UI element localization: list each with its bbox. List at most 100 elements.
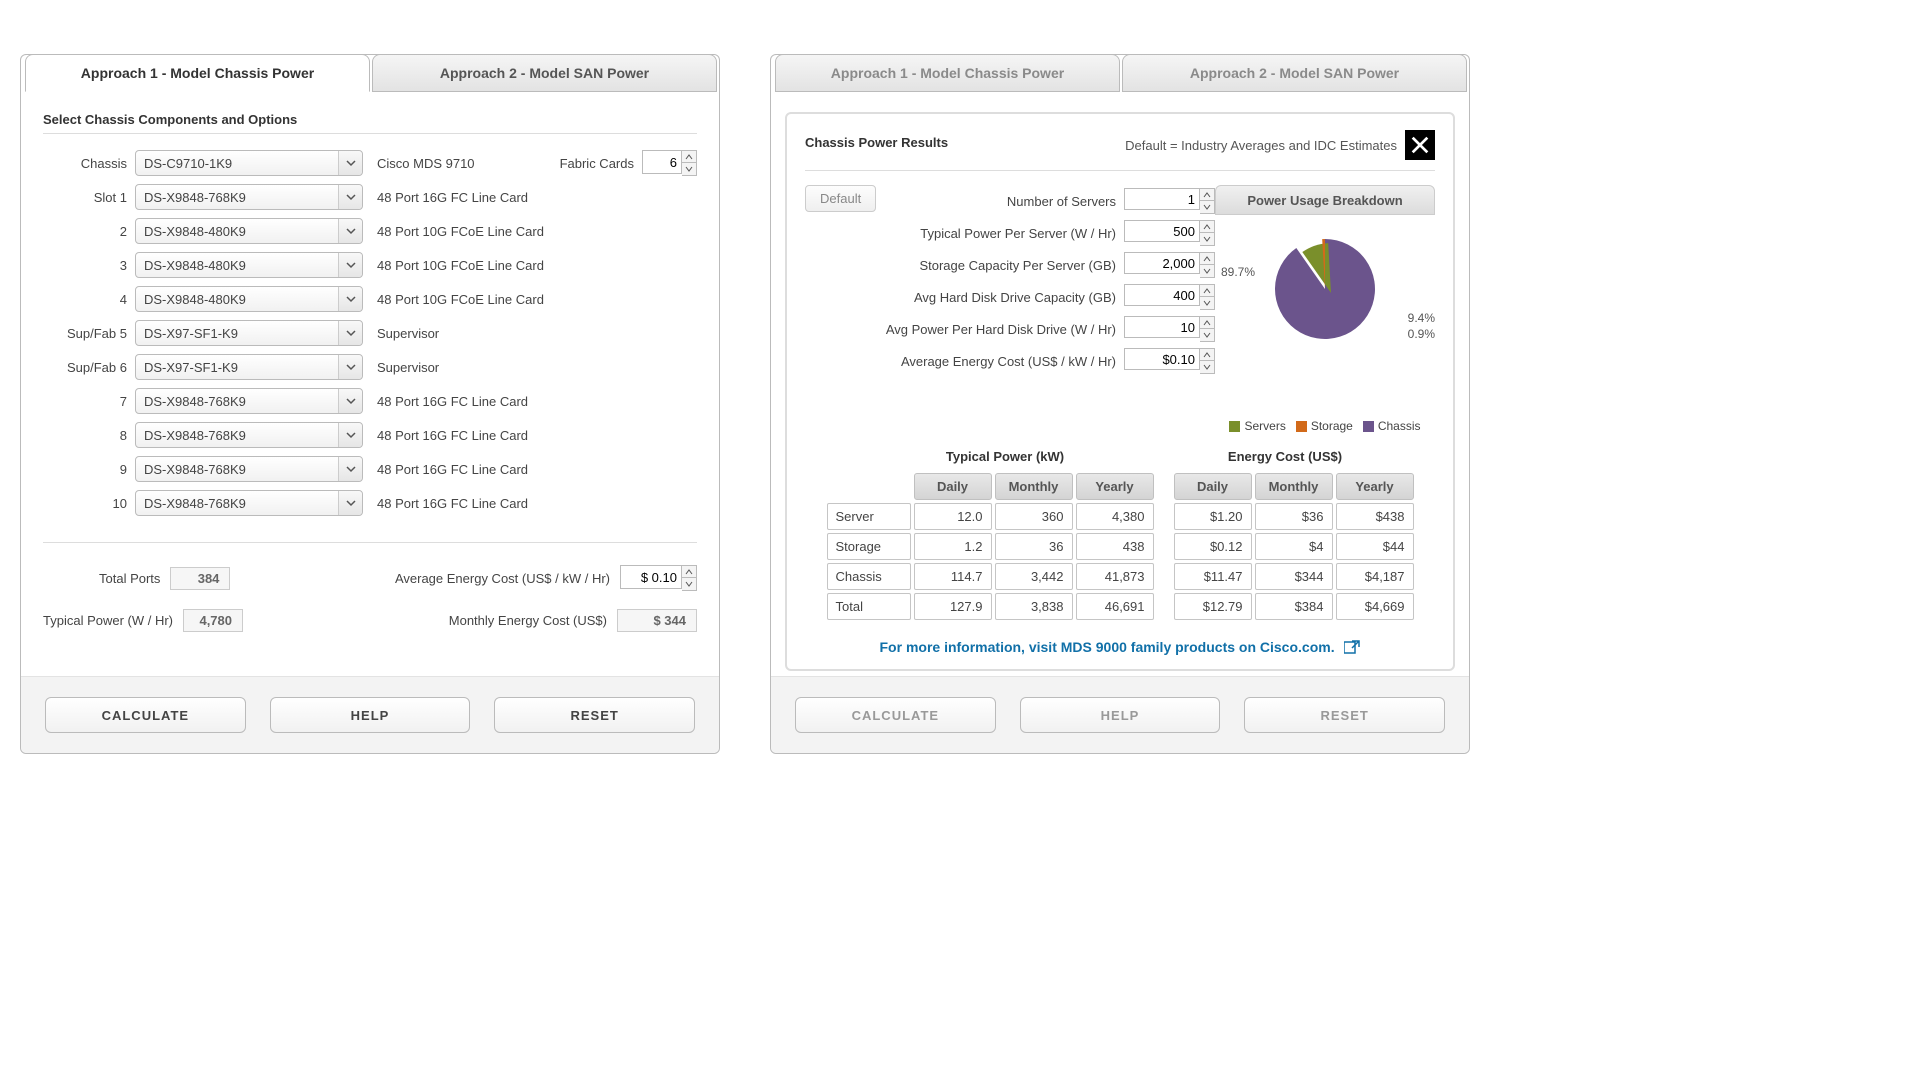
input-field[interactable] (1124, 252, 1200, 274)
down-icon[interactable] (682, 578, 696, 590)
input-label: Storage Capacity Per Server (GB) (919, 258, 1116, 273)
row-label: Total (827, 593, 911, 620)
chevron-down-icon (338, 321, 362, 345)
stepper-buttons[interactable] (1200, 284, 1215, 310)
chevron-down-icon (338, 423, 362, 447)
help-button[interactable]: HELP (1020, 697, 1221, 733)
input-field[interactable] (1124, 188, 1200, 210)
external-link-icon (1344, 640, 1360, 657)
tab-approach-2[interactable]: Approach 2 - Model SAN Power (1122, 54, 1467, 92)
table-row: Chassis114.73,44241,873 (827, 563, 1154, 590)
total-ports-value: 384 (170, 567, 230, 590)
slot-select-9[interactable]: DS-X9848-768K9 (135, 456, 363, 482)
inputs-column: Default Number of Servers Typical Power … (805, 185, 1215, 433)
down-icon[interactable] (1200, 361, 1214, 373)
up-icon[interactable] (682, 566, 696, 578)
input-field[interactable] (1124, 220, 1200, 242)
cost-table: DailyMonthlyYearly$1.20$36$438$0.12$4$44… (1171, 470, 1417, 623)
table-cell: $0.12 (1174, 533, 1252, 560)
pie-ann-0: 89.7% (1221, 265, 1255, 279)
avg-energy-label: Average Energy Cost (US$ / kW / Hr) (395, 571, 610, 586)
slot-value: DS-X97-SF1-K9 (144, 326, 238, 341)
stepper-buttons[interactable] (1200, 252, 1215, 278)
chassis-select[interactable]: DS-C9710-1K9 (135, 150, 363, 176)
down-icon[interactable] (1200, 265, 1214, 277)
calculate-button[interactable]: CALCULATE (45, 697, 246, 733)
slot-select-10[interactable]: DS-X9848-768K9 (135, 490, 363, 516)
slot-desc: 48 Port 16G FC Line Card (377, 496, 697, 511)
chassis-value: DS-C9710-1K9 (144, 156, 232, 171)
calculate-button[interactable]: CALCULATE (795, 697, 996, 733)
table-cell: $1.20 (1174, 503, 1252, 530)
input-stepper-4[interactable] (1124, 316, 1215, 342)
slot-select-8[interactable]: DS-X9848-768K9 (135, 422, 363, 448)
row-label: Chassis (827, 563, 911, 590)
slot-select-2[interactable]: DS-X9848-480K9 (135, 218, 363, 244)
input-field[interactable] (1124, 316, 1200, 338)
pie-ann-1: 9.4% (1408, 311, 1435, 325)
slot-desc: 48 Port 16G FC Line Card (377, 462, 697, 477)
slot-select-3[interactable]: DS-X9848-480K9 (135, 252, 363, 278)
up-icon[interactable] (1200, 285, 1214, 297)
table-header: Yearly (1076, 473, 1154, 500)
stepper-buttons[interactable] (1200, 188, 1215, 214)
result-input-row: Avg Hard Disk Drive Capacity (GB) (805, 284, 1215, 310)
stepper-buttons[interactable] (682, 565, 697, 591)
result-input-row: Avg Power Per Hard Disk Drive (W / Hr) (805, 316, 1215, 342)
help-button[interactable]: HELP (270, 697, 471, 733)
legend-chassis: Chassis (1378, 419, 1421, 433)
left-body: Select Chassis Components and Options Ch… (21, 92, 719, 670)
slot-select-4[interactable]: DS-X9848-480K9 (135, 286, 363, 312)
slot-select-7[interactable]: DS-X9848-768K9 (135, 388, 363, 414)
down-icon[interactable] (1200, 329, 1214, 341)
divider (805, 170, 1435, 171)
table-row: $0.12$4$44 (1174, 533, 1414, 560)
stepper-buttons[interactable] (1200, 316, 1215, 342)
slot-value: DS-X9848-768K9 (144, 496, 246, 511)
input-stepper-0[interactable] (1124, 188, 1215, 214)
input-stepper-2[interactable] (1124, 252, 1215, 278)
table-cell: 46,691 (1076, 593, 1154, 620)
down-icon[interactable] (1200, 297, 1214, 309)
close-icon[interactable] (1405, 130, 1435, 160)
down-icon[interactable] (1200, 233, 1214, 245)
input-stepper-3[interactable] (1124, 284, 1215, 310)
down-icon[interactable] (1200, 201, 1214, 213)
avg-energy-stepper[interactable] (620, 565, 697, 591)
input-field[interactable] (1124, 284, 1200, 306)
fabric-cards-stepper[interactable] (642, 150, 697, 176)
up-icon[interactable] (1200, 253, 1214, 265)
up-icon[interactable] (1200, 189, 1214, 201)
fabric-cards-input[interactable] (642, 150, 682, 174)
slot-desc: 48 Port 16G FC Line Card (377, 428, 697, 443)
slot-select-1[interactable]: DS-X9848-768K9 (135, 184, 363, 210)
stepper-buttons[interactable] (682, 150, 697, 176)
table-title-cost: Energy Cost (US$) (1155, 449, 1415, 464)
totals-section: Total Ports 384 Average Energy Cost (US$… (43, 542, 697, 632)
up-icon[interactable] (1200, 221, 1214, 233)
more-info-link[interactable]: For more information, visit MDS 9000 fam… (805, 639, 1435, 657)
input-stepper-1[interactable] (1124, 220, 1215, 246)
table-row: Total127.93,83846,691 (827, 593, 1154, 620)
slot-select-5[interactable]: DS-X97-SF1-K9 (135, 320, 363, 346)
up-icon[interactable] (1200, 317, 1214, 329)
input-stepper-5[interactable] (1124, 348, 1215, 374)
stepper-buttons[interactable] (1200, 348, 1215, 374)
default-button[interactable]: Default (805, 185, 876, 212)
input-field[interactable] (1124, 348, 1200, 370)
tab-approach-1[interactable]: Approach 1 - Model Chassis Power (775, 54, 1120, 92)
tab-approach-2[interactable]: Approach 2 - Model SAN Power (372, 54, 717, 92)
tab-approach-1[interactable]: Approach 1 - Model Chassis Power (25, 54, 370, 92)
down-icon[interactable] (682, 163, 696, 175)
reset-button[interactable]: RESET (1244, 697, 1445, 733)
stepper-buttons[interactable] (1200, 220, 1215, 246)
legend-storage: Storage (1311, 419, 1353, 433)
avg-energy-input[interactable] (620, 565, 682, 589)
slot-select-6[interactable]: DS-X97-SF1-K9 (135, 354, 363, 380)
table-cell: 114.7 (914, 563, 992, 590)
up-icon[interactable] (682, 151, 696, 163)
reset-button[interactable]: RESET (494, 697, 695, 733)
up-icon[interactable] (1200, 349, 1214, 361)
slot-row: 2 DS-X9848-480K9 48 Port 10G FCoE Line C… (43, 218, 697, 244)
table-cell: $44 (1336, 533, 1414, 560)
